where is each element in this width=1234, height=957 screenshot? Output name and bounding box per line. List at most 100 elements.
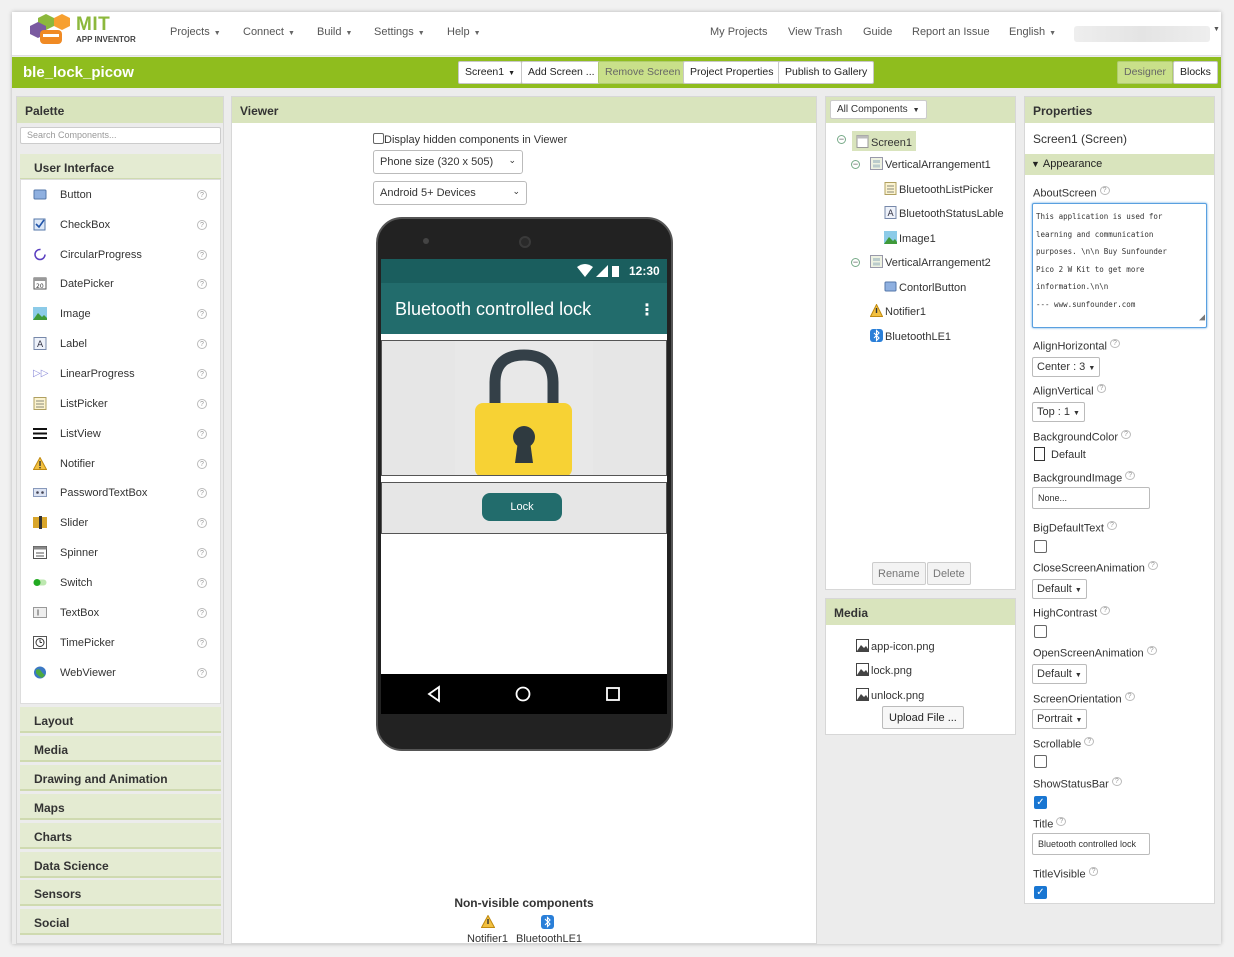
- orientation-select[interactable]: Portrait ▼: [1032, 709, 1088, 729]
- help-icon[interactable]: ?: [1056, 817, 1067, 826]
- lock-button[interactable]: Lock: [482, 493, 562, 521]
- hidden-components-toggle[interactable]: Display hidden components in Viewer: [373, 133, 567, 146]
- help-icon[interactable]: ?: [1121, 430, 1131, 439]
- help-icon[interactable]: ?: [197, 548, 207, 558]
- palette-item-checkbox[interactable]: CheckBox ?: [21, 212, 220, 238]
- menu-connect[interactable]: Connect ▼: [243, 26, 295, 38]
- collapse-toggle[interactable]: −: [837, 135, 846, 144]
- component-filter-select[interactable]: All Components ▼: [830, 100, 927, 119]
- image1[interactable]: [455, 341, 593, 477]
- category-data-science[interactable]: Data Science: [20, 852, 221, 878]
- palette-item-listpicker[interactable]: ListPicker ?: [21, 391, 220, 417]
- palette-item-notifier[interactable]: Notifier ?: [21, 451, 220, 477]
- category-layout[interactable]: Layout: [20, 707, 221, 733]
- align-horizontal-select[interactable]: Center : 3 ▼: [1032, 357, 1101, 377]
- category-social[interactable]: Social: [20, 909, 221, 935]
- scrollable-checkbox[interactable]: [1034, 755, 1047, 768]
- link-report-issue[interactable]: Report an Issue: [912, 26, 990, 38]
- android-version-select[interactable]: Android 5+ Devices ⌄: [373, 181, 527, 205]
- appearance-section[interactable]: ▼ Appearance: [1025, 154, 1214, 175]
- media-file-lock[interactable]: lock.png: [856, 663, 912, 677]
- media-file-app-icon[interactable]: app-icon.png: [856, 639, 935, 653]
- help-icon[interactable]: ?: [197, 638, 207, 648]
- vertical-arrangement-1[interactable]: [381, 340, 667, 477]
- publish-gallery-button[interactable]: Publish to Gallery: [778, 61, 875, 84]
- palette-item-textbox[interactable]: TextBox ?: [21, 600, 220, 626]
- tree-bluetoothstatuslable[interactable]: A BluetoothStatusLable: [884, 206, 1004, 220]
- help-icon[interactable]: ?: [1109, 339, 1120, 348]
- palette-item-slider[interactable]: Slider ?: [21, 510, 220, 536]
- nonvisible-bluetoothle1[interactable]: BluetoothLE1: [516, 933, 582, 943]
- help-icon[interactable]: ?: [1106, 521, 1117, 530]
- designer-button[interactable]: Designer: [1117, 61, 1174, 84]
- tree-bluetoothlistpicker[interactable]: BluetoothListPicker: [884, 182, 993, 196]
- category-maps[interactable]: Maps: [20, 794, 221, 820]
- title-visible-checkbox[interactable]: ✓: [1034, 886, 1047, 899]
- collapse-toggle[interactable]: −: [851, 258, 860, 267]
- help-icon[interactable]: ?: [197, 399, 207, 409]
- category-drawing-animation[interactable]: Drawing and Animation: [20, 765, 221, 791]
- help-icon[interactable]: ?: [197, 220, 207, 230]
- media-file-unlock[interactable]: unlock.png: [856, 688, 924, 702]
- bgimage-input[interactable]: None...: [1032, 487, 1150, 509]
- help-icon[interactable]: ?: [197, 608, 207, 618]
- help-icon[interactable]: ?: [1125, 471, 1136, 480]
- help-icon[interactable]: ?: [1100, 606, 1111, 615]
- open-animation-select[interactable]: Default ▼: [1032, 664, 1087, 684]
- bgcolor-picker[interactable]: Default: [1034, 447, 1086, 461]
- tree-verticalarrangement2[interactable]: VerticalArrangement2: [870, 255, 991, 269]
- category-user-interface[interactable]: User Interface: [20, 154, 221, 180]
- menu-projects[interactable]: Projects ▼: [170, 26, 221, 38]
- help-icon[interactable]: ?: [1099, 186, 1110, 195]
- palette-item-passwordtextbox[interactable]: PasswordTextBox ?: [21, 480, 220, 506]
- help-icon[interactable]: ?: [1096, 384, 1107, 393]
- category-charts[interactable]: Charts: [20, 823, 221, 849]
- app-inventor-logo[interactable]: MIT APP INVENTOR: [30, 14, 150, 50]
- add-screen-button[interactable]: Add Screen ...: [521, 61, 602, 84]
- remove-screen-button[interactable]: Remove Screen: [598, 61, 688, 84]
- link-guide[interactable]: Guide: [863, 26, 892, 38]
- resize-handle-icon[interactable]: ◢: [1199, 309, 1205, 327]
- help-icon[interactable]: ?: [197, 668, 207, 678]
- palette-item-webviewer[interactable]: WebViewer ?: [21, 660, 220, 686]
- help-icon[interactable]: ?: [197, 429, 207, 439]
- tree-screen1[interactable]: Screen1: [852, 131, 916, 151]
- help-icon[interactable]: ?: [197, 339, 207, 349]
- close-animation-select[interactable]: Default ▼: [1032, 579, 1087, 599]
- help-icon[interactable]: ?: [1124, 692, 1135, 701]
- palette-item-button[interactable]: Button ?: [21, 182, 220, 208]
- blocks-button[interactable]: Blocks: [1173, 61, 1218, 84]
- high-contrast-checkbox[interactable]: [1034, 625, 1047, 638]
- palette-item-spinner[interactable]: Spinner ?: [21, 540, 220, 566]
- nonvisible-notifier1[interactable]: Notifier1: [467, 933, 508, 943]
- help-icon[interactable]: ?: [1088, 867, 1099, 876]
- link-view-trash[interactable]: View Trash: [788, 26, 842, 38]
- user-account-menu[interactable]: [1074, 26, 1210, 42]
- palette-item-listview[interactable]: ListView ?: [21, 421, 220, 447]
- category-sensors[interactable]: Sensors: [20, 880, 221, 906]
- bigtext-checkbox[interactable]: [1034, 540, 1047, 553]
- delete-button[interactable]: Delete: [927, 562, 971, 585]
- help-icon[interactable]: ?: [197, 309, 207, 319]
- hidden-components-checkbox[interactable]: [373, 133, 384, 144]
- help-icon[interactable]: ?: [197, 459, 207, 469]
- help-icon[interactable]: ?: [197, 518, 207, 528]
- show-statusbar-checkbox[interactable]: ✓: [1034, 796, 1047, 809]
- palette-item-image[interactable]: Image ?: [21, 301, 220, 327]
- menu-settings[interactable]: Settings ▼: [374, 26, 425, 38]
- phone-size-select[interactable]: Phone size (320 x 505) ⌄: [373, 150, 523, 174]
- tree-verticalarrangement1[interactable]: VerticalArrangement1: [870, 157, 991, 171]
- help-icon[interactable]: ?: [197, 578, 207, 588]
- help-icon[interactable]: ?: [1147, 561, 1158, 570]
- help-icon[interactable]: ?: [197, 190, 207, 200]
- palette-item-datepicker[interactable]: 20 DatePicker ?: [21, 271, 220, 297]
- help-icon[interactable]: ?: [1084, 737, 1095, 746]
- tree-contorlbutton[interactable]: ContorlButton: [884, 280, 966, 294]
- palette-item-label[interactable]: A Label ?: [21, 331, 220, 357]
- palette-item-switch[interactable]: Switch ?: [21, 570, 220, 596]
- help-icon[interactable]: ?: [1111, 777, 1122, 786]
- help-icon[interactable]: ?: [1146, 646, 1157, 655]
- collapse-toggle[interactable]: −: [851, 160, 860, 169]
- help-icon[interactable]: ?: [197, 250, 207, 260]
- tree-bluetoothle1[interactable]: BluetoothLE1: [870, 329, 951, 343]
